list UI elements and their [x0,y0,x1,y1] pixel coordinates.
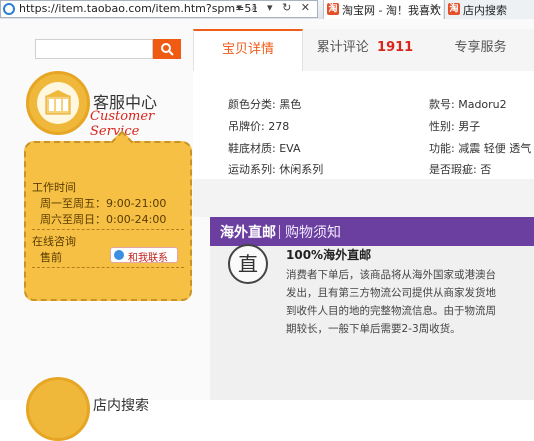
tab-label: 累计评论 [316,40,369,55]
taobao-favicon-icon: 淘 [327,3,339,15]
search-icon [161,43,174,56]
attr-sole: 鞋底材质: EVA [228,140,301,156]
hours-time: 9:00-21:00 [106,197,167,210]
browser-tab-title: 店内搜索 [463,4,507,17]
contact-me-label: 和我联系 [128,253,168,264]
address-url[interactable]: https://item.taobao.com/item.htm?spm=514… [19,2,257,15]
intl-shipping-description: 消费者下单后，该商品将从海外国家或港澳台 发出，且有第三方物流公司提供从商家发货… [286,266,524,338]
intl-shipping-title: 100%海外直邮 [286,248,372,262]
attr-tag-price: 吊牌价: 278 [228,118,289,134]
attr-gender: 性别: 男子 [429,118,480,134]
chat-icon [114,250,124,260]
intl-shipping-banner: 海外直邮 购物须知 [210,217,534,246]
hours-days: 周一至周五： [40,197,106,210]
customer-service-subtitle: Customer Service [90,109,155,139]
working-hours-heading: 工作时间 [32,181,76,194]
attr-label: 款号: [429,98,455,111]
divider [32,267,184,268]
address-bar[interactable]: https://item.taobao.com/item.htm?spm=514… [0,0,318,18]
tab-label: 专享服务 [454,40,507,55]
browser-tab-shop-search[interactable]: 淘 店内搜索 [444,0,534,19]
attr-value: 278 [268,120,290,133]
hours-weekend: 周六至周日：0:00-24:00 [40,211,166,227]
shop-search-logo-icon [26,377,90,441]
divider [32,229,184,230]
customer-service-logo-icon [26,71,90,135]
attr-label: 性别: [429,120,455,133]
presale-label: 售前 [40,251,62,264]
attr-defect: 是否瑕疵: 否 [429,161,491,177]
hours-days: 周六至周日： [40,213,106,226]
attr-value: 减震 轻便 透气 [458,142,532,155]
detail-tabs: 宝贝详情 累计评论 1911 专享服务 [193,29,534,72]
search-button[interactable] [153,39,181,59]
direct-mail-icon: 直 [228,244,268,284]
section-gap [193,179,534,217]
attr-label: 是否瑕疵: [429,163,477,176]
shop-search-title: 店内搜索 [93,398,149,414]
attr-label: 运动系列: [228,163,276,176]
product-attributes: 颜色分类: 黑色 款号: Madoru2 吊牌价: 278 性别: 男子 鞋底材… [193,71,534,179]
hours-weekday: 周一至周五：9:00-21:00 [40,195,166,211]
taobao-favicon-icon: 淘 [448,3,460,15]
attr-value: 男子 [458,120,481,133]
attr-color: 颜色分类: 黑色 [228,96,301,112]
attr-value: EVA [279,142,301,155]
description-line: 发出，且有第三方物流公司提供从商家发货地 [286,287,496,299]
contact-me-button[interactable]: 和我联系 [110,247,178,264]
shop-search-input[interactable] [35,39,153,59]
close-tab-icon[interactable]: ✕ [430,1,439,14]
attr-value: 休闲系列 [279,163,324,176]
attr-label: 颜色分类: [228,98,276,111]
description-line: 到收件人目的地的完整物流信息。由于物流周 [286,305,496,317]
attr-value: 黑色 [279,98,302,111]
tab-exclusive-service[interactable]: 专享服务 [427,29,534,71]
attr-value: Madoru2 [458,98,507,111]
banner-subtitle: 购物须知 [285,225,341,241]
tab-reviews[interactable]: 累计评论 1911 [303,29,427,71]
tab-item-details[interactable]: 宝贝详情 [193,29,303,72]
attr-style-no: 款号: Madoru2 [429,96,507,112]
online-consult-heading: 在线咨询 [32,235,76,248]
attr-series: 运动系列: 休闲系列 [228,161,323,177]
attr-label: 鞋底材质: [228,142,276,155]
ie-icon [3,3,15,15]
browser-tab-title: 淘宝网 - 淘！我喜欢 [342,4,441,17]
description-line: 期较长，一般下单后需要2-3周收货。 [286,323,461,335]
attr-label: 功能: [429,142,455,155]
attr-label: 吊牌价: [228,120,265,133]
browser-tab-taobao[interactable]: 淘 淘宝网 - 淘！我喜欢 ✕ [323,0,443,19]
description-line: 消费者下单后，该商品将从海外国家或港澳台 [286,269,496,281]
banner-title: 海外直邮 [220,225,276,241]
address-tools-icons[interactable]: ▾ ⌕ ▾ ↻ ✕ [236,1,313,15]
attr-value: 否 [480,163,492,176]
tab-label: 宝贝详情 [221,42,274,57]
customer-service-panel: 工作时间 周一至周五：9:00-21:00 周六至周日：0:00-24:00 在… [24,130,192,301]
browser-toolbar: https://item.taobao.com/item.htm?spm=514… [0,0,534,20]
attr-function: 功能: 减震 轻便 透气 [429,140,531,156]
review-count: 1911 [377,40,414,55]
page-content: 客服中心 Customer Service 工作时间 周一至周五：9:00-21… [0,19,534,441]
sidebar: 客服中心 Customer Service 工作时间 周一至周五：9:00-21… [0,19,200,441]
hours-time: 0:00-24:00 [106,213,167,226]
